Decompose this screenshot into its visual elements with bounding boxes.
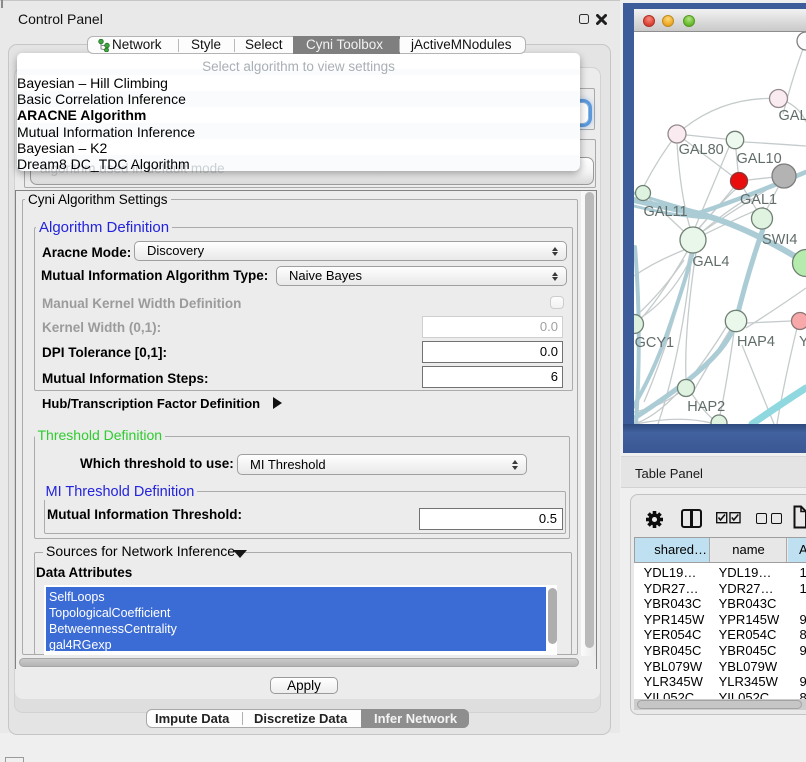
svg-text:GAL4: GAL4 (692, 254, 729, 270)
svg-text:GAL10: GAL10 (737, 151, 782, 167)
svg-text:GCY1: GCY1 (635, 335, 675, 351)
svg-text:GAL80: GAL80 (679, 142, 724, 158)
svg-text:GAL1: GAL1 (740, 192, 777, 208)
svg-text:HAP2: HAP2 (687, 399, 725, 415)
svg-text:GAL7: GAL7 (779, 108, 806, 124)
svg-text:Y: Y (799, 334, 806, 350)
svg-text:HAP4: HAP4 (737, 334, 775, 350)
svg-text:SWI4: SWI4 (762, 232, 797, 248)
svg-text:GAL11: GAL11 (644, 204, 688, 220)
